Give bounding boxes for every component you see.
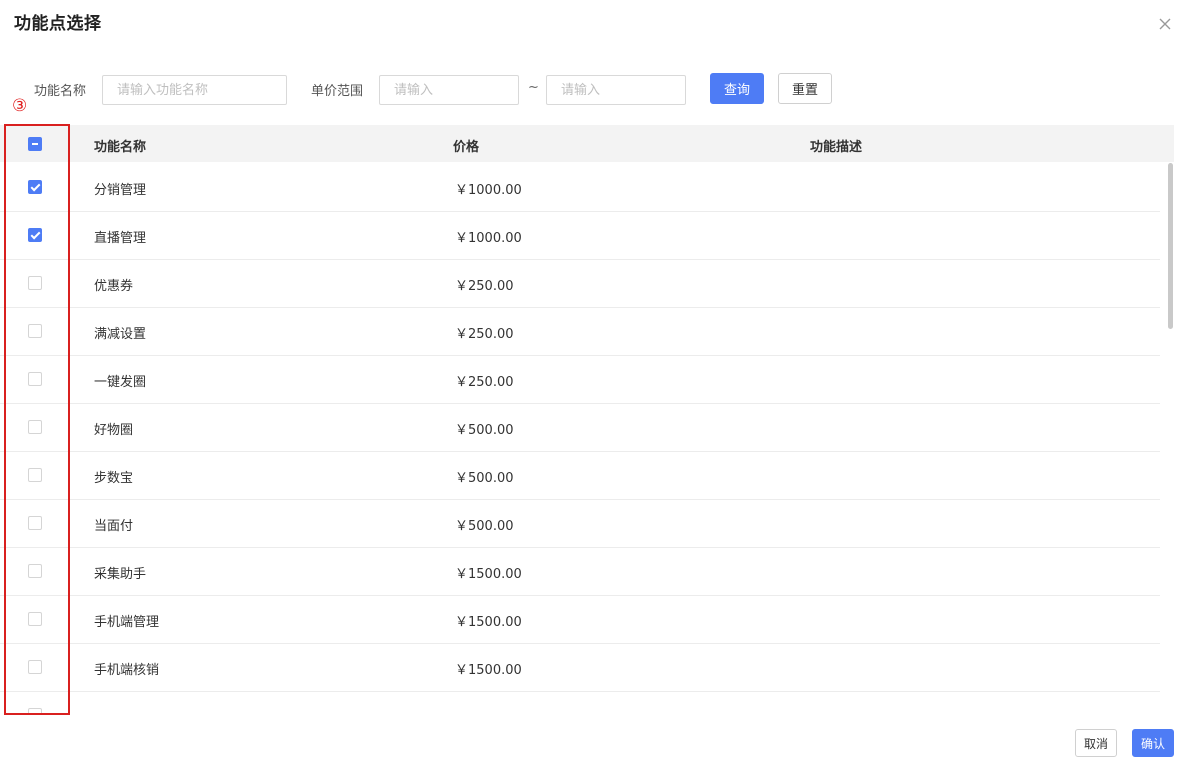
feature-price: ￥1000.00 — [455, 231, 522, 246]
feature-name: 直播管理 — [94, 231, 147, 246]
price-min-input[interactable] — [379, 75, 519, 105]
table-row[interactable]: 满减设置 ￥250.00 — [0, 307, 1160, 356]
feature-table: 功能名称 价格 功能描述 分销管理 ￥1000.00 直播管理 ￥1000.00 优惠券… — [0, 125, 1174, 713]
header-price: 价格 — [453, 140, 480, 155]
table-row[interactable]: 分销管理 ￥1000.00 — [0, 163, 1160, 212]
feature-name: 满减设置 — [94, 327, 147, 342]
feature-name: 分销管理 — [94, 183, 147, 198]
dialog-title: 功能点选择 — [14, 14, 102, 34]
feature-price: ￥250.00 — [455, 327, 514, 342]
feature-price: ￥1500.00 — [455, 567, 522, 582]
feature-name: 步数宝 — [94, 471, 134, 486]
name-filter-label: 功能名称 — [34, 84, 87, 99]
table-row[interactable]: 步数宝 ￥500.00 — [0, 451, 1160, 500]
annotation-marker: ③ — [12, 96, 28, 116]
feature-name: 当面付 — [94, 519, 134, 534]
table-row[interactable]: 手机端管理 ￥1500.00 — [0, 595, 1160, 644]
confirm-button[interactable]: 确认 — [1132, 729, 1174, 757]
feature-price: ￥500.00 — [455, 423, 514, 438]
table-scrollbar[interactable] — [1168, 163, 1173, 329]
feature-price: ￥1000.00 — [455, 183, 522, 198]
feature-price: ￥250.00 — [455, 375, 514, 390]
feature-price: ￥250.00 — [455, 279, 514, 294]
feature-price: ￥500.00 — [455, 519, 514, 534]
feature-name: 手机端管理 — [94, 615, 160, 630]
header-name: 功能名称 — [94, 140, 147, 155]
feature-price: ￥1500.00 — [455, 663, 522, 678]
price-range-label: 单价范围 — [311, 84, 364, 99]
price-range-separator: ~ — [528, 80, 539, 95]
header-description: 功能描述 — [810, 140, 863, 155]
cancel-button[interactable]: 取消 — [1075, 729, 1117, 757]
table-row[interactable] — [0, 691, 1160, 713]
search-button[interactable]: 查询 — [710, 73, 764, 104]
table-row[interactable]: 优惠券 ￥250.00 — [0, 259, 1160, 308]
table-row[interactable]: 好物圈 ￥500.00 — [0, 403, 1160, 452]
feature-name: 手机端核销 — [94, 663, 160, 678]
name-filter-input[interactable] — [102, 75, 287, 105]
feature-name: 一键发圈 — [94, 375, 147, 390]
price-max-input[interactable] — [546, 75, 686, 105]
feature-name: 好物圈 — [94, 423, 134, 438]
table-row[interactable]: 采集助手 ￥1500.00 — [0, 547, 1160, 596]
table-row[interactable]: 一键发圈 ￥250.00 — [0, 355, 1160, 404]
table-row[interactable]: 手机端核销 ￥1500.00 — [0, 643, 1160, 692]
table-header: 功能名称 价格 功能描述 — [0, 125, 1174, 162]
feature-price: ￥500.00 — [455, 471, 514, 486]
table-row[interactable]: 直播管理 ￥1000.00 — [0, 211, 1160, 260]
feature-name: 优惠券 — [94, 279, 134, 294]
table-row[interactable]: 当面付 ￥500.00 — [0, 499, 1160, 548]
annotation-highlight-box — [4, 124, 70, 715]
feature-name: 采集助手 — [94, 567, 147, 582]
feature-price: ￥1500.00 — [455, 615, 522, 630]
close-icon[interactable] — [1156, 15, 1174, 33]
reset-button[interactable]: 重置 — [778, 73, 832, 104]
